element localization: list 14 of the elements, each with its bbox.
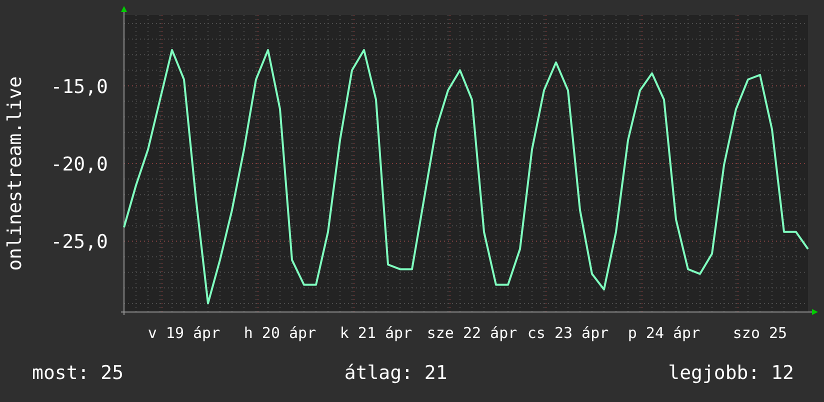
y-axis-title: onlinestream.live [4, 76, 26, 271]
legend-text: átlag: 21 [344, 362, 448, 384]
legend-text: most: 25 [32, 362, 124, 384]
x-tick-label: v 19 ápr [148, 324, 220, 342]
y-tick-label: -20,0 [50, 154, 108, 176]
legend-text: legjobb: 12 [668, 362, 794, 384]
y-tick-label: -25,0 [50, 231, 108, 254]
x-tick-label: cs 23 ápr [527, 324, 609, 342]
y-tick-label: -15,0 [50, 76, 108, 98]
x-tick-label: k 21 ápr [340, 324, 412, 342]
x-tick-label: p 24 ápr [628, 324, 700, 342]
x-tick-label: h 20 ápr [244, 324, 316, 342]
x-tick-label: szo 25 [732, 324, 788, 342]
x-tick-label: sze 22 ápr [426, 324, 518, 342]
